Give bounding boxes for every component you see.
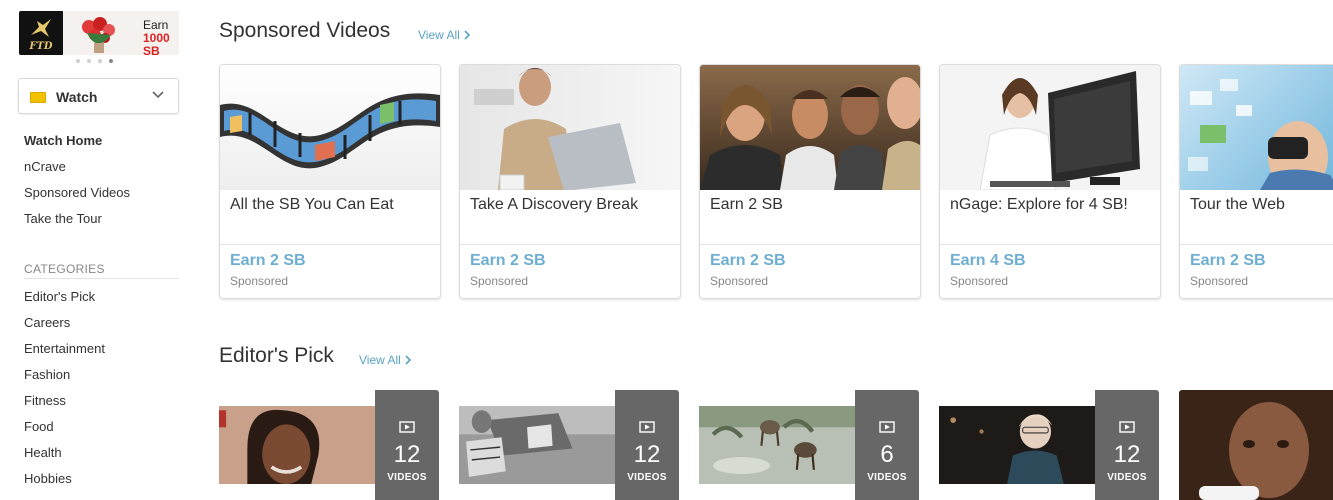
playlist-videos-label: VIDEOS [867,472,907,483]
video-card[interactable]: nGage: Explore for 4 SB! Earn 4 SB Spons… [939,64,1161,299]
playlist-video-count: 12 [1113,441,1141,468]
nav-watch-home[interactable]: Watch Home [24,133,130,159]
sponsored-view-all-link[interactable]: View All [418,28,470,42]
divider [940,244,1160,245]
editors-pick-title: Editor's Pick [219,344,334,367]
ftd-logo: FTD [19,11,63,55]
sponsored-tag: Sponsored [950,274,1009,288]
nav-take-the-tour[interactable]: Take the Tour [24,211,130,237]
sponsored-videos-title: Sponsored Videos [219,19,391,42]
video-card-title: nGage: Explore for 4 SB! [950,196,1128,213]
editors-pick-view-all-link[interactable]: View All [359,353,411,367]
playlist-video-count: 12 [393,441,421,468]
playlist-videos-label: VIDEOS [387,472,427,483]
video-play-icon [1119,421,1135,433]
category-editors-pick[interactable]: Editor's Pick [24,289,105,315]
carousel-dot[interactable] [87,59,91,63]
sponsored-tag: Sponsored [230,274,289,288]
carousel-dot-active[interactable] [109,59,113,63]
video-card-title: Earn 2 SB [710,196,783,213]
categories-list: Editor's Pick Careers Entertainment Fash… [24,289,105,497]
playlist-overlay: 12 VIDEOS [375,390,439,500]
playlist-card[interactable]: 12 VIDEOS [219,390,439,500]
divider [220,244,440,245]
playlist-card[interactable] [1179,390,1333,500]
video-thumbnail [940,65,1160,190]
carousel-dots [76,59,113,63]
chevron-down-icon [152,91,164,99]
video-card-title: Tour the Web [1190,196,1285,213]
divider [460,244,680,245]
sponsored-tag: Sponsored [1190,274,1249,288]
video-card[interactable]: All the SB You Can Eat Earn 2 SB Sponsor… [219,64,441,299]
playlist-overlay: 6 VIDEOS [855,390,919,500]
promo-amount: 1000 SB [143,31,170,56]
flower-bouquet-image [82,17,115,53]
watch-dropdown-label: Watch [56,89,98,105]
chevron-right-icon [464,30,470,40]
playlist-video-count: 12 [633,441,661,468]
video-thumbnail [460,65,680,190]
carousel-dot[interactable] [98,59,102,63]
video-card-earn: Earn 2 SB [710,252,786,269]
playlist-card[interactable]: 12 VIDEOS [459,390,679,500]
watch-nav: Watch Home nCrave Sponsored Videos Take … [24,133,130,237]
playlist-thumbnail [459,406,615,484]
playlist-thumbnail [1179,390,1333,500]
carousel-dot[interactable] [76,59,80,63]
playlist-thumbnail [939,406,1095,484]
view-all-label: View All [418,28,460,42]
chevron-right-icon [405,355,411,365]
watch-dropdown[interactable]: Watch [18,78,179,114]
promo-banner[interactable]: FTD Earn 1000 SB [19,11,179,55]
ftd-logo-text: FTD [29,41,53,52]
playlist-thumbnail [699,406,855,484]
video-card-title: Take A Discovery Break [470,196,639,213]
playlist-video-count: 6 [880,441,894,468]
video-thumbnail [220,65,440,190]
playlist-card[interactable]: 6 VIDEOS [699,390,919,500]
nav-sponsored-videos[interactable]: Sponsored Videos [24,185,130,211]
video-card[interactable]: Earn 2 SB Earn 2 SB Sponsored [699,64,921,299]
category-health[interactable]: Health [24,445,105,471]
category-careers[interactable]: Careers [24,315,105,341]
view-all-label: View All [359,353,401,367]
video-card-earn: Earn 4 SB [950,252,1026,269]
playlist-overlay: 12 VIDEOS [615,390,679,500]
category-fitness[interactable]: Fitness [24,393,105,419]
video-card-earn: Earn 2 SB [470,252,546,269]
playlist-card[interactable]: 12 VIDEOS [939,390,1159,500]
divider [1180,244,1333,245]
video-play-icon [399,421,415,433]
sponsored-tag: Sponsored [470,274,529,288]
video-thumbnail [700,65,920,190]
nav-ncrave[interactable]: nCrave [24,159,130,185]
video-card-earn: Earn 2 SB [230,252,306,269]
category-food[interactable]: Food [24,419,105,445]
tv-icon [30,92,46,103]
video-card[interactable]: Take A Discovery Break Earn 2 SB Sponsor… [459,64,681,299]
divider [700,244,920,245]
video-card-title: All the SB You Can Eat [230,196,394,213]
video-play-icon [639,421,655,433]
categories-heading: CATEGORIES [24,262,179,279]
video-play-icon [879,421,895,433]
sponsored-tag: Sponsored [710,274,769,288]
category-entertainment[interactable]: Entertainment [24,341,105,367]
playlist-videos-label: VIDEOS [627,472,667,483]
playlist-thumbnail [219,406,375,484]
video-card-earn: Earn 2 SB [1190,252,1266,269]
playlist-overlay: 12 VIDEOS [1095,390,1159,500]
video-thumbnail [1180,65,1333,190]
category-hobbies[interactable]: Hobbies [24,471,105,497]
video-card[interactable]: Tour the Web Earn 2 SB Sponsored [1179,64,1333,299]
playlist-videos-label: VIDEOS [1107,472,1147,483]
category-fashion[interactable]: Fashion [24,367,105,393]
